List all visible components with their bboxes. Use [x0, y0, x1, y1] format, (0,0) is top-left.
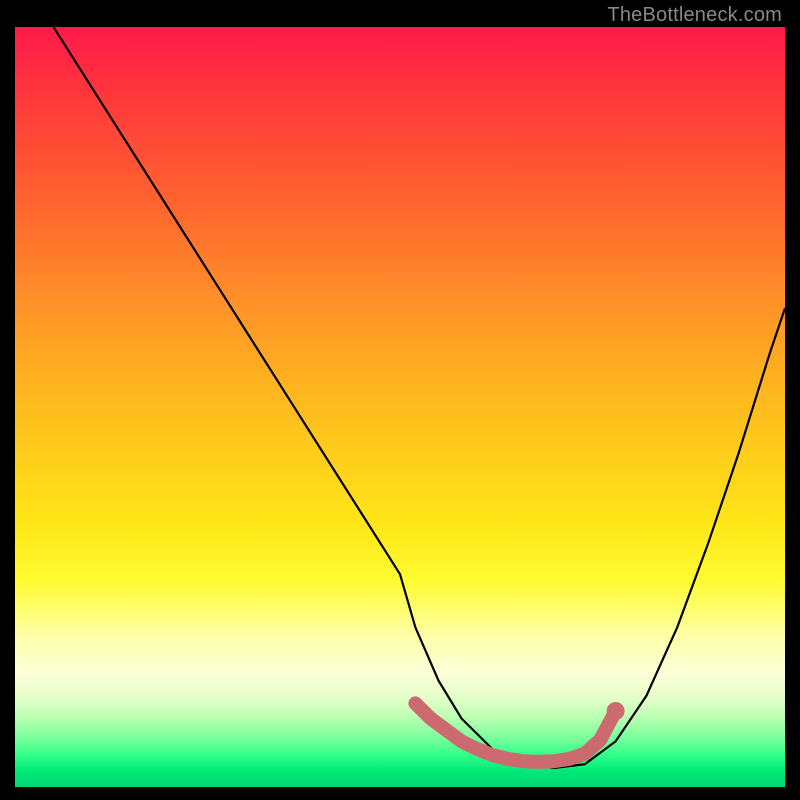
gradient-plot-area	[15, 27, 785, 787]
highlight-dots-group	[607, 702, 625, 720]
highlight-end-dot	[607, 702, 625, 720]
main-curve	[54, 27, 786, 768]
watermark-text: TheBottleneck.com	[607, 4, 782, 27]
highlight-band	[415, 703, 615, 762]
chart-svg	[15, 27, 785, 787]
